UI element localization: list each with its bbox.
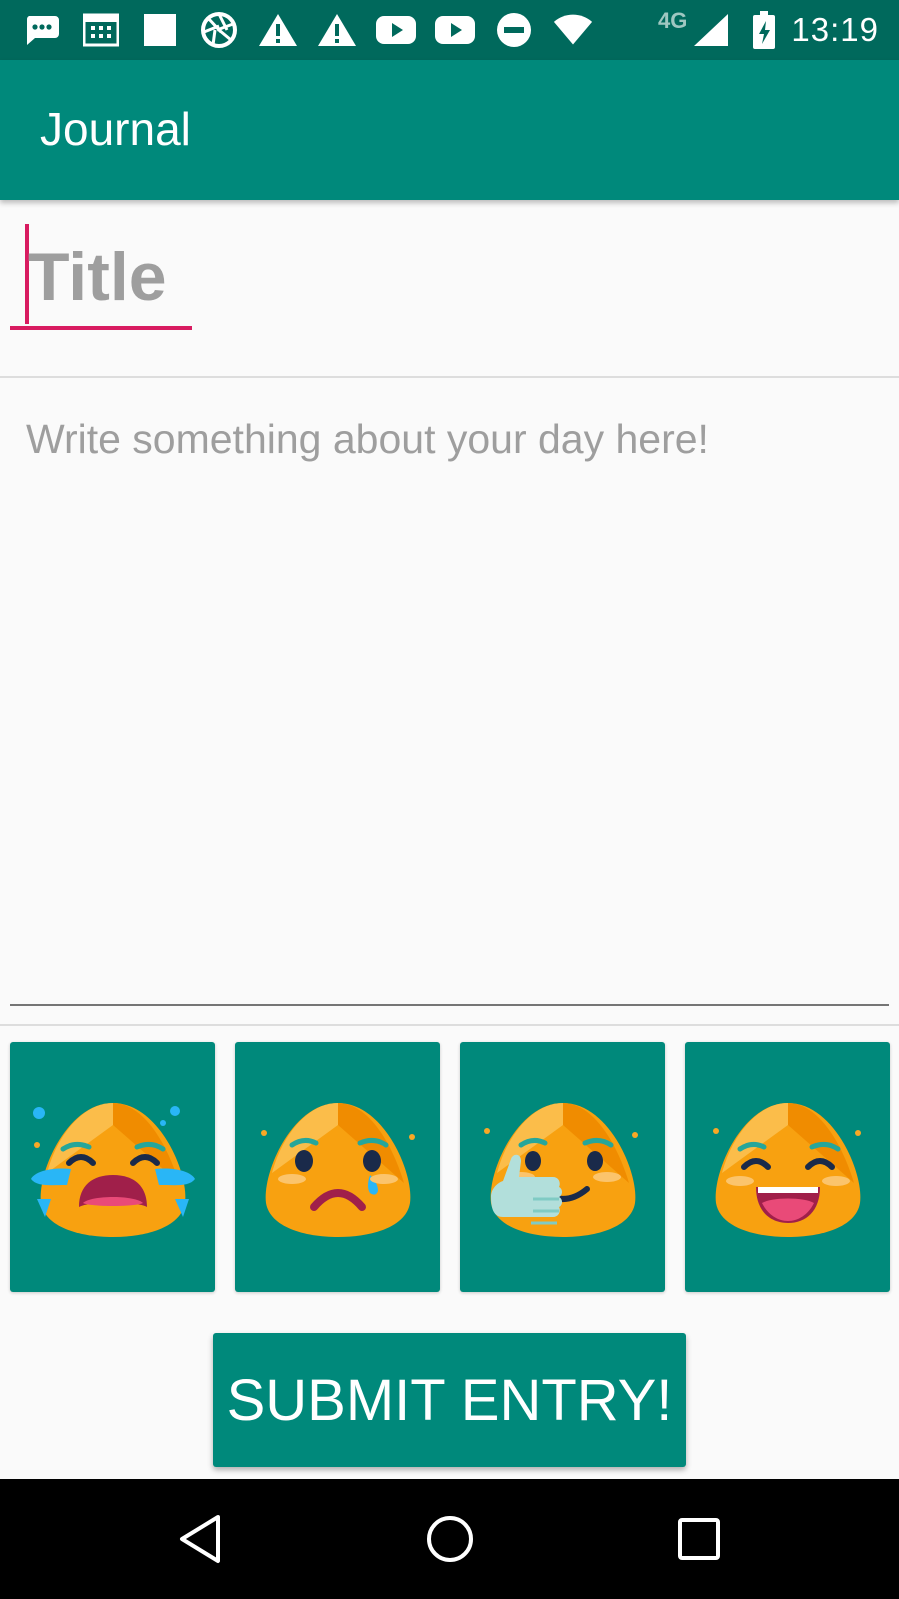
mood-button-happy[interactable] — [685, 1042, 890, 1292]
divider — [0, 1024, 899, 1026]
divider — [0, 376, 899, 378]
warning-icon — [258, 10, 298, 50]
mood-selector — [10, 1042, 890, 1292]
youtube-icon — [376, 10, 416, 50]
calendar-icon — [81, 10, 121, 50]
body-underline — [10, 1004, 889, 1006]
status-bar: 4G 13:19 — [0, 0, 899, 60]
app-bar: Journal — [0, 60, 899, 200]
network-type: 4G — [658, 8, 688, 33]
do-not-disturb-icon — [494, 10, 534, 50]
title-placeholder: Title — [28, 239, 167, 315]
chat-bubble-icon — [22, 10, 62, 50]
youtube-icon — [435, 10, 475, 50]
back-icon[interactable] — [168, 1507, 232, 1571]
status-right: 4G 13:19 — [658, 0, 899, 60]
mood-button-crying[interactable] — [10, 1042, 215, 1292]
sad-face-icon — [248, 1075, 428, 1260]
recents-icon[interactable] — [667, 1507, 731, 1571]
journal-body-input[interactable]: Write something about your day here! — [10, 380, 889, 1006]
mood-button-sad[interactable] — [235, 1042, 440, 1292]
signal-icon — [693, 13, 729, 47]
clock: 13:19 — [791, 11, 879, 48]
notification-icons — [22, 10, 612, 50]
laughing-face-icon — [698, 1075, 878, 1260]
title-input[interactable]: Title — [10, 218, 192, 330]
submit-entry-button[interactable]: SUBMIT ENTRY! — [213, 1333, 686, 1467]
battery-charging-icon — [753, 11, 776, 49]
wifi-icon — [553, 10, 593, 50]
home-icon[interactable] — [418, 1507, 482, 1571]
aperture-icon — [199, 10, 239, 50]
body-placeholder: Write something about your day here! — [26, 416, 709, 462]
crying-face-icon — [23, 1075, 203, 1260]
thumbs-up-face-icon — [473, 1075, 653, 1260]
navigation-bar — [0, 1479, 899, 1599]
app-title: Journal — [40, 103, 191, 155]
warning-icon — [317, 10, 357, 50]
square-icon — [140, 10, 180, 50]
title-underline — [10, 326, 192, 330]
mood-button-okay[interactable] — [460, 1042, 665, 1292]
